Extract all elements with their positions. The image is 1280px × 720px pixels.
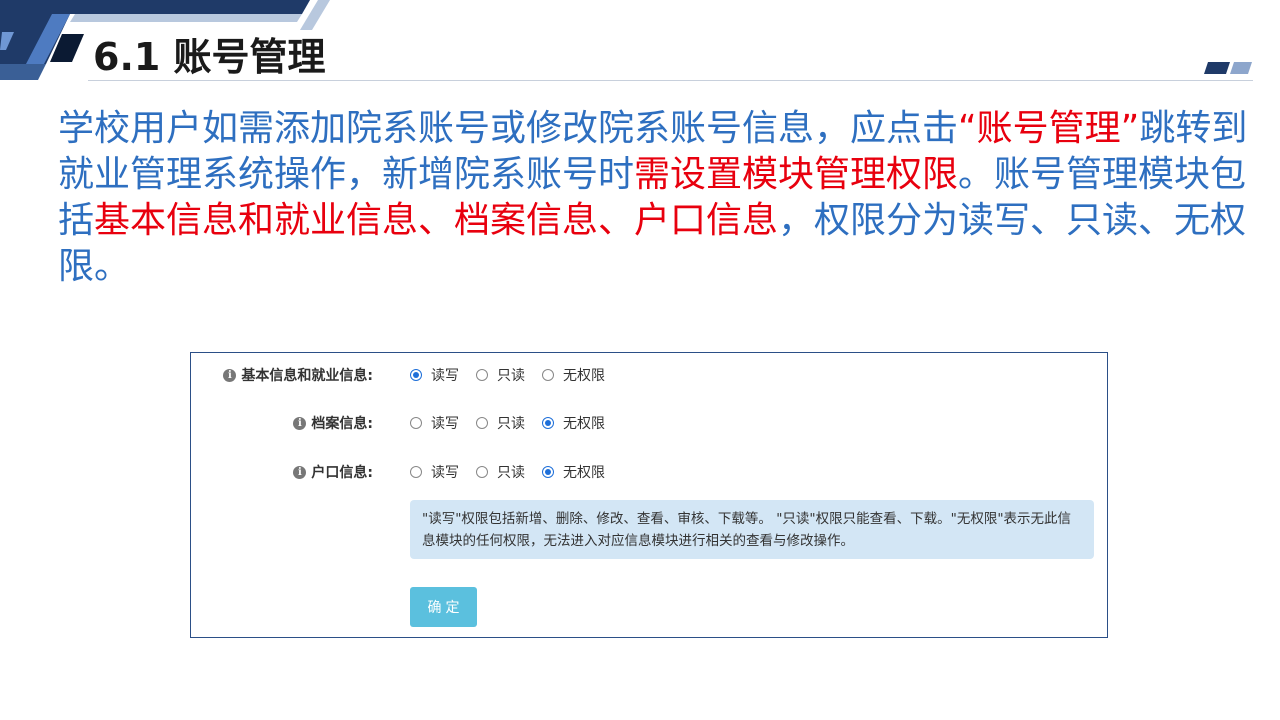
radio-group: 读写 只读 无权限: [410, 413, 622, 433]
radio-button[interactable]: [476, 417, 488, 429]
radio-read-write[interactable]: 读写: [410, 365, 459, 385]
radio-read-only[interactable]: 只读: [476, 365, 525, 385]
radio-label: 无权限: [563, 416, 605, 432]
radio-read-write[interactable]: 读写: [410, 413, 459, 433]
info-icon: i: [293, 465, 307, 479]
radio-label: 读写: [431, 465, 459, 481]
info-icon: i: [293, 416, 307, 430]
permission-row-household: i 户口信息: 读写 只读 无权限: [191, 460, 1107, 484]
radio-button[interactable]: [542, 369, 554, 381]
radio-read-write[interactable]: 读写: [410, 462, 459, 482]
description-text: 学校用户如需添加院系账号或修改院系账号信息，应点击“账号管理”跳转到就业管理系统…: [58, 106, 1253, 290]
radio-no-permission[interactable]: 无权限: [542, 413, 605, 433]
radio-button[interactable]: [410, 369, 422, 381]
permission-form-panel: i 基本信息和就业信息: 读写 只读 无权限 i 档案信息: 读写 只读 无权限…: [190, 352, 1108, 638]
radio-no-permission[interactable]: 无权限: [542, 462, 605, 482]
radio-no-permission[interactable]: 无权限: [542, 365, 605, 385]
row-label: 基本信息和就业信息:: [241, 368, 373, 384]
page-title: 6.1 账号管理: [93, 35, 326, 79]
permission-row-archive: i 档案信息: 读写 只读 无权限: [191, 411, 1107, 435]
radio-label: 无权限: [563, 368, 605, 384]
radio-read-only[interactable]: 只读: [476, 462, 525, 482]
desc-highlight-account-mgmt: “账号管理”: [958, 108, 1140, 149]
desc-highlight-permission: 需设置模块管理权限: [634, 154, 959, 195]
radio-button[interactable]: [542, 417, 554, 429]
desc-highlight-modules: 基本信息和就业信息、档案信息、户口信息: [94, 200, 779, 241]
radio-label: 读写: [431, 368, 459, 384]
info-icon: i: [223, 368, 237, 382]
radio-label: 只读: [497, 416, 525, 432]
corner-decoration: [1204, 62, 1252, 74]
confirm-button[interactable]: 确定: [410, 587, 477, 627]
radio-button[interactable]: [410, 417, 422, 429]
radio-group: 读写 只读 无权限: [410, 365, 622, 385]
radio-button[interactable]: [476, 466, 488, 478]
radio-read-only[interactable]: 只读: [476, 413, 525, 433]
radio-button[interactable]: [410, 466, 422, 478]
row-label: 户口信息:: [311, 465, 373, 481]
radio-button[interactable]: [542, 466, 554, 478]
radio-label: 无权限: [563, 465, 605, 481]
row-label: 档案信息:: [311, 416, 373, 432]
radio-label: 只读: [497, 368, 525, 384]
radio-label: 只读: [497, 465, 525, 481]
radio-label: 读写: [431, 416, 459, 432]
permission-row-basic: i 基本信息和就业信息: 读写 只读 无权限: [191, 363, 1107, 387]
radio-button[interactable]: [476, 369, 488, 381]
title-divider: [88, 80, 1253, 81]
radio-group: 读写 只读 无权限: [410, 462, 622, 482]
permission-notice: "读写"权限包括新增、删除、修改、查看、审核、下载等。 "只读"权限只能查看、下…: [410, 500, 1094, 559]
desc-seg-1: 学校用户如需添加院系账号或修改院系账号信息，应点击: [58, 108, 959, 149]
